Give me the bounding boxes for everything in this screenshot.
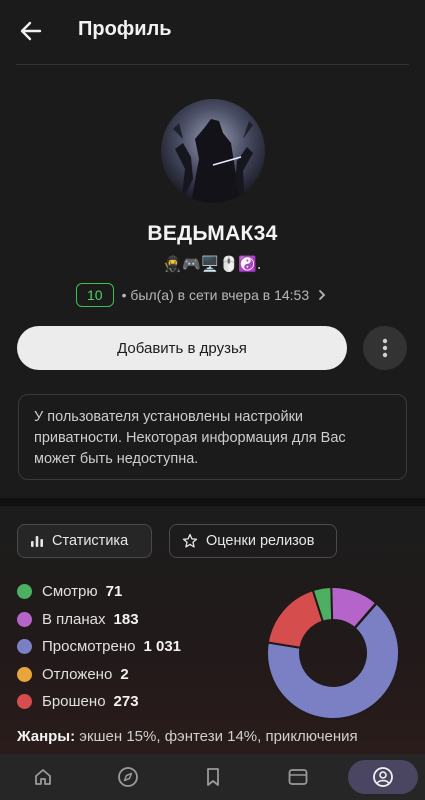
page-title: Профиль <box>78 18 172 40</box>
genres-text: экшен 15%, фэнтези 14%, приключения <box>79 728 358 745</box>
star-icon <box>182 533 198 548</box>
more-options-button[interactable] <box>363 326 407 370</box>
tab-label: Статистика <box>52 533 129 549</box>
legend-item-planned[interactable]: В планах 183 <box>17 606 181 634</box>
genres-line: Жанры: экшен 15%, фэнтези 14%, приключен… <box>17 728 358 745</box>
legend-dot <box>17 584 32 600</box>
calendar-icon <box>288 769 307 785</box>
legend-label: Смотрю <box>42 583 98 601</box>
more-vertical-icon <box>382 338 388 358</box>
legend-label: Отложено <box>42 665 113 683</box>
legend-count: 183 <box>113 610 139 628</box>
tab-statistics[interactable]: Статистика <box>17 524 152 558</box>
legend-item-completed[interactable]: Просмотрено 1 031 <box>17 633 181 661</box>
avatar[interactable] <box>161 99 265 203</box>
stats-legend: Смотрю 71 В планах 183 Просмотрено 1 031… <box>17 578 181 716</box>
legend-dot <box>17 639 32 655</box>
legend-label: Брошено <box>42 693 106 711</box>
legend-label: Просмотрено <box>42 638 136 656</box>
profile-icon <box>372 767 393 787</box>
arrow-left-icon <box>20 21 42 41</box>
bar-chart-icon <box>31 536 43 547</box>
legend-dot <box>17 611 32 627</box>
profile-meta[interactable]: 10 • был(а) в сети вчера в 14:53 <box>76 283 327 307</box>
legend-label: В планах <box>42 610 106 628</box>
legend-item-postponed[interactable]: Отложено 2 <box>17 661 181 689</box>
legend-item-dropped[interactable]: Брошено 273 <box>17 688 181 716</box>
nav-feed[interactable] <box>255 754 340 800</box>
legend-dot <box>17 666 32 682</box>
legend-count: 2 <box>120 665 129 683</box>
legend-count: 71 <box>105 583 123 601</box>
legend-count: 1 031 <box>143 638 182 656</box>
section-divider <box>0 498 425 506</box>
nav-discover[interactable] <box>85 754 170 800</box>
last-online-text: • был(а) в сети вчера в 14:53 <box>121 287 310 303</box>
username: ВЕДЬМАК34 <box>147 222 278 245</box>
bottom-navigation <box>0 754 425 800</box>
tab-label: Оценки релизов <box>206 533 315 549</box>
legend-dot <box>17 694 32 710</box>
legend-item-watching[interactable]: Смотрю 71 <box>17 578 181 606</box>
status-text: 🥷🎮🖥️🖱️☯️. <box>163 255 262 273</box>
header-divider <box>16 64 409 65</box>
chevron-right-icon <box>319 290 326 300</box>
level-badge: 10 <box>76 283 114 307</box>
nav-bookmarks[interactable] <box>170 754 255 800</box>
stats-donut-chart <box>266 585 400 720</box>
bookmark-icon <box>206 768 219 786</box>
app-header: Профиль <box>0 0 425 64</box>
avatar-image <box>173 119 253 203</box>
compass-icon <box>117 767 138 787</box>
tab-release-ratings[interactable]: Оценки релизов <box>169 524 337 558</box>
nav-active-indicator <box>347 760 418 794</box>
legend-count: 273 <box>113 693 139 711</box>
nav-home[interactable] <box>0 754 85 800</box>
privacy-notice: У пользователя установлены настройки при… <box>18 394 407 480</box>
add-friend-button[interactable]: Добавить в друзья <box>17 326 347 370</box>
back-button[interactable] <box>16 16 46 46</box>
nav-profile[interactable] <box>340 754 425 800</box>
home-icon <box>34 769 51 785</box>
genres-label: Жанры: <box>17 728 76 745</box>
